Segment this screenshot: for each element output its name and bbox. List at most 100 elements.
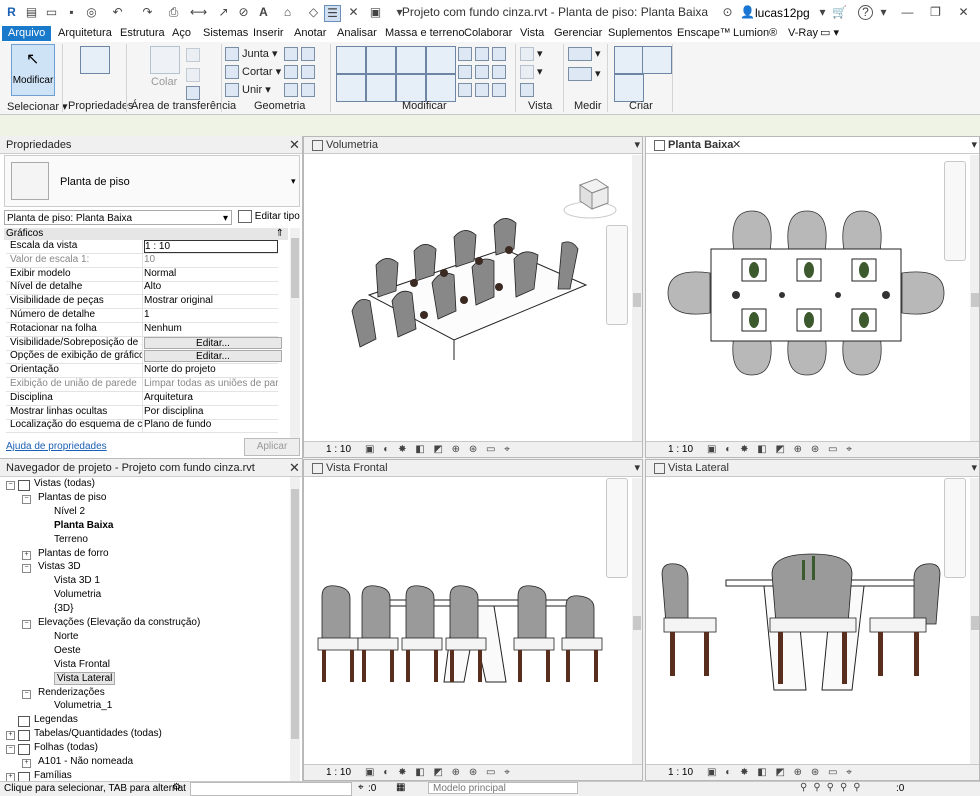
copy-icon[interactable] (186, 68, 203, 82)
edit-type-button[interactable]: Editar tipo (238, 210, 300, 224)
minimize-icon[interactable]: — (900, 5, 915, 20)
3d-view-icon[interactable]: ⌂ (280, 5, 295, 20)
type-selector[interactable]: Planta de piso ▾ (4, 155, 300, 207)
hide-element-icon[interactable]: ▾ (520, 47, 543, 62)
collapse-icon[interactable]: − (22, 494, 31, 504)
property-value[interactable]: 1 : 10 (144, 240, 278, 253)
search-binoculars-icon[interactable]: ⊙ (720, 5, 735, 20)
property-row[interactable]: Nível de detalhe Alto (6, 281, 278, 296)
tag-icon[interactable]: ⊘ (236, 5, 251, 20)
view-volumetria[interactable]: Volumetria ▾ 1: 10 ▣ ◐ ✸ ◧ ◩ ⊕ ⊛ ▭ ⌖ (303, 136, 643, 458)
editing-requests-icon[interactable]: ⌖ (358, 782, 364, 793)
property-row[interactable]: Mostrar linhas ocultas Por disciplina (6, 405, 278, 420)
tab-anotar[interactable]: Anotar (292, 26, 328, 41)
close-window-icon[interactable]: ✕ (956, 5, 971, 20)
view-control-bar[interactable]: 1 : 10 ▣ ◐ ✸ ◧ ◩ ⊕ ⊛ ▭ ⌖ (304, 764, 642, 780)
worksharing-icon[interactable]: ⚙ (172, 782, 181, 793)
unite-button[interactable]: Unir ▾ (225, 83, 271, 98)
close-hidden-icon[interactable]: ✕ (346, 5, 361, 20)
aligned-dimension-icon[interactable]: ▾ (568, 67, 601, 82)
tab-sistemas[interactable]: Sistemas (201, 26, 250, 41)
property-value[interactable]: Norte do projeto (144, 364, 278, 375)
modify-button[interactable]: ↖ Modificar (11, 44, 55, 96)
mirror-axis-icon[interactable] (396, 46, 426, 74)
expand-icon[interactable]: + (22, 550, 31, 560)
design-option-field[interactable]: Modelo principal (428, 782, 578, 794)
linework-icon[interactable] (520, 83, 537, 97)
navigation-bar[interactable] (944, 478, 966, 578)
property-row[interactable]: Valor de escala 1: 10 (6, 253, 278, 268)
join-button[interactable]: Junta ▾ (225, 47, 278, 62)
revit-logo-icon[interactable]: R (4, 5, 19, 20)
view-control-bar[interactable]: 1 : 10 ▣ ◐ ✸ ◧ ◩ ⊕ ⊛ ▭ ⌖ (646, 441, 979, 457)
close-tab-icon[interactable]: ✕ (732, 137, 741, 154)
property-value[interactable]: Normal (144, 268, 278, 279)
tab-vista[interactable]: Vista (518, 26, 546, 41)
vp2-scrollbar[interactable] (970, 155, 979, 441)
expand-icon[interactable]: + (6, 731, 15, 741)
property-row[interactable]: Escala da vista 1 : 10 (6, 240, 278, 254)
tab-massa-terreno[interactable]: Massa e terreno (383, 26, 466, 41)
tab-analisar[interactable]: Analisar (335, 26, 379, 41)
property-value[interactable]: Arquitetura (144, 392, 278, 403)
collapse-icon[interactable]: − (22, 564, 31, 574)
expand-icon[interactable]: + (22, 759, 31, 768)
collapse-icon[interactable]: − (22, 689, 31, 699)
edit-button[interactable]: Editar... (144, 336, 282, 349)
view-vista-frontal[interactable]: Vista Frontal ▾ 1 : 10 ▣ ◐ ✸ ◧ ◩ ⊕ ⊛ ▭ ⌖ (303, 459, 643, 781)
property-row[interactable]: Número de detalhe 1 (6, 309, 278, 323)
create-assembly-icon[interactable] (614, 46, 644, 74)
navigation-bar[interactable] (606, 225, 628, 325)
navigation-bar[interactable] (944, 161, 966, 261)
properties-scrollbar[interactable] (290, 228, 300, 438)
property-value[interactable]: Alto (144, 281, 278, 292)
vp1-scrollbar[interactable] (632, 155, 642, 441)
selection-filters-icons[interactable]: ⚲⚲⚲⚲⚲ (800, 782, 867, 793)
collapse-icon[interactable]: − (22, 620, 31, 629)
sync-icon[interactable]: ◎ (84, 5, 99, 20)
copy-element-icon[interactable] (366, 74, 396, 102)
ribbon-options-icon[interactable]: ▭ ▾ (818, 26, 841, 41)
properties-help-link[interactable]: Ajuda de propriedades (6, 441, 107, 452)
user-name[interactable]: lucas12pg (755, 6, 810, 20)
thin-lines-icon[interactable]: ☰ (324, 5, 341, 22)
match-type-icon[interactable] (186, 86, 203, 100)
measure-icon[interactable]: ⟷ (190, 5, 207, 20)
view-tab-planta-baixa[interactable]: Planta Baixa ✕ ▾ (646, 137, 979, 154)
navigation-bar[interactable] (606, 478, 628, 578)
property-row[interactable]: Orientação Norte do projeto (6, 364, 278, 379)
property-row[interactable]: Visibilidade de peças Mostrar original (6, 295, 278, 310)
tab-enscape[interactable]: Enscape™ (675, 26, 733, 41)
view-planta-baixa[interactable]: Planta Baixa ✕ ▾ 1 : 10 ▣ ◐ ✸ ◧ ◩ ⊕ ⊛ ▭ ⌖ (645, 136, 980, 458)
tab-arquivo[interactable]: Arquivo (2, 26, 52, 41)
property-row[interactable]: Exibir modelo Normal (6, 267, 278, 282)
mirror-draw-icon[interactable] (426, 46, 456, 74)
geometry-tool-3-icon[interactable] (284, 83, 318, 97)
offset-icon[interactable] (366, 46, 396, 74)
text-icon[interactable]: A (256, 5, 271, 20)
tab-inserir[interactable]: Inserir (251, 26, 286, 41)
trim-icon[interactable] (426, 74, 456, 102)
close-browser-icon[interactable]: ✕ (289, 460, 300, 476)
cut-icon[interactable] (186, 48, 203, 62)
tab-vray[interactable]: V-Ray (786, 26, 820, 41)
property-value[interactable]: 1 (144, 309, 278, 320)
instance-selector[interactable]: Planta de piso: Planta Baixa ▾ (4, 210, 232, 225)
property-value[interactable]: Nenhum (144, 323, 278, 334)
property-row[interactable]: Localização do esquema de cor Plano de fu… (6, 419, 278, 434)
property-row[interactable]: Visibilidade/Sobreposição de ... Editar..… (6, 336, 282, 351)
select-dropdown[interactable]: Selecionar ▾ (7, 100, 68, 113)
view-tab-volumetria[interactable]: Volumetria ▾ (304, 137, 642, 154)
collapse-icon[interactable]: − (6, 481, 15, 490)
properties-icon[interactable] (80, 46, 110, 74)
property-value[interactable]: Por disciplina (144, 406, 278, 417)
view-tab-vista-frontal[interactable]: Vista Frontal ▾ (304, 460, 642, 477)
property-row[interactable]: Rotacionar na folha Nenhum (6, 322, 278, 337)
dimension-icon[interactable]: ↗ (216, 5, 231, 20)
property-row[interactable]: Disciplina Arquitetura (6, 391, 278, 406)
edit-button[interactable]: Editar... (144, 350, 282, 363)
restore-icon[interactable]: ❐ (928, 5, 943, 20)
section-icon[interactable]: ◇ (306, 5, 321, 20)
create-group-icon[interactable] (614, 74, 644, 102)
view-vista-lateral[interactable]: Vista Lateral ▾ 1 : 10 ▣ ◐ ✸ ◧ ◩ ⊕ ⊛ ▭ ⌖ (645, 459, 980, 781)
